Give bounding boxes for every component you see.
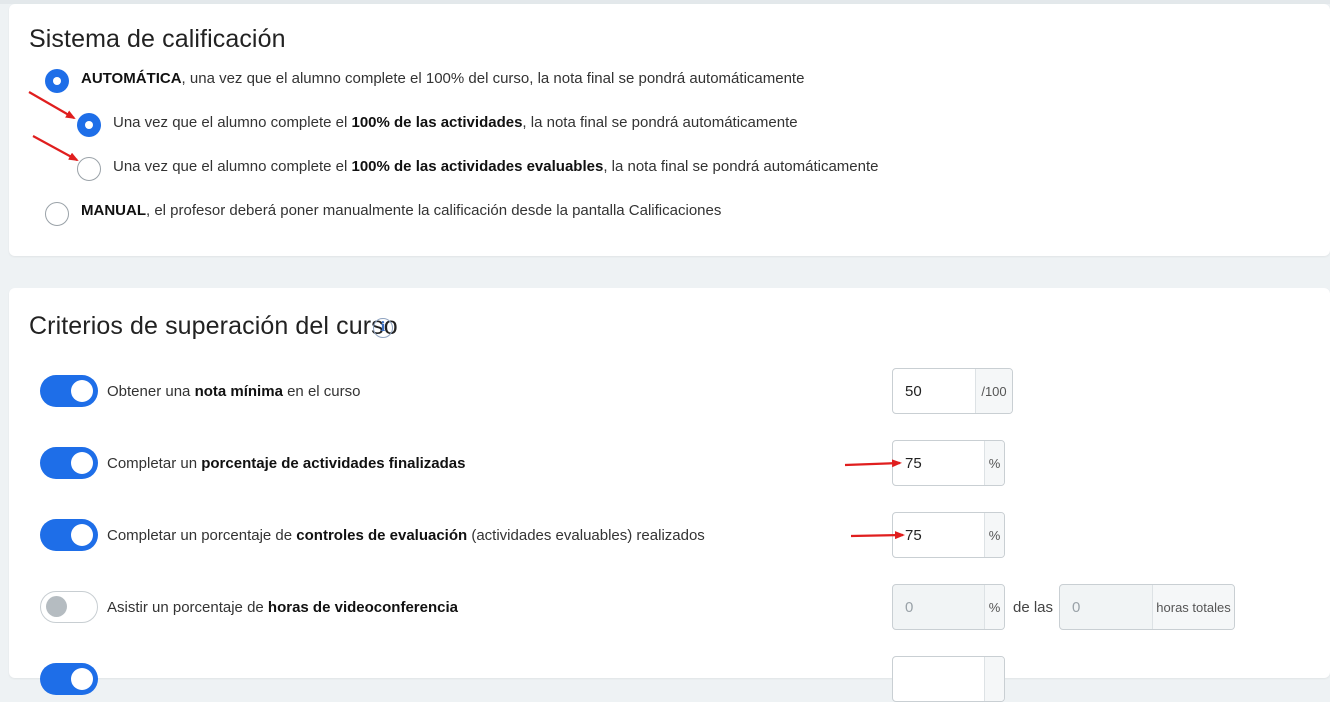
annotation-arrow-4 [850,531,905,540]
annotation-arrow-3 [844,459,902,468]
annotation-arrow-2 [32,135,79,161]
annotation-arrows [28,91,905,540]
annotation-arrow-1 [28,91,76,120]
